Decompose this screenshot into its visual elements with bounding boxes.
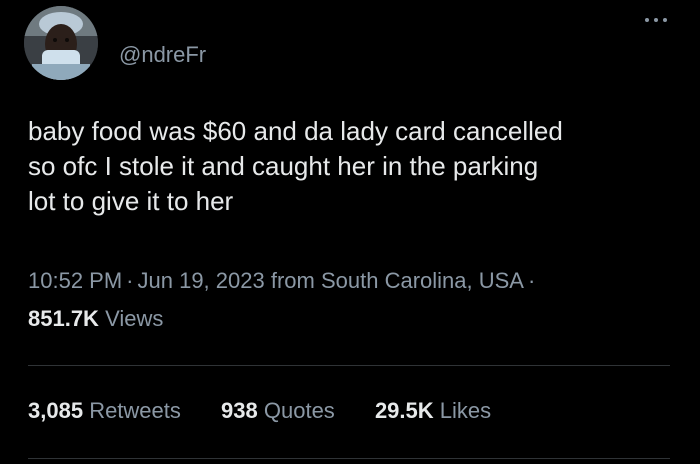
author-handle[interactable]: @ndreFr	[119, 44, 206, 66]
divider	[28, 458, 670, 459]
more-options-button[interactable]	[642, 10, 670, 30]
tweet-text-line: lot to give it to her	[28, 186, 234, 216]
tweet-text-line: baby food was $60 and da lady card cance…	[28, 116, 563, 146]
engagement-stats: 3,085 Retweets 938 Quotes 29.5K Likes	[28, 397, 525, 425]
more-horizontal-icon	[645, 18, 667, 22]
tweet-date[interactable]: Jun 19, 2023	[138, 268, 265, 293]
divider	[28, 365, 670, 366]
views-number: 851.7K	[28, 306, 99, 331]
likes-stat[interactable]: 29.5K Likes	[375, 397, 491, 425]
separator: ·	[126, 268, 134, 293]
avatar[interactable]	[24, 6, 98, 80]
profile-photo-icon	[24, 6, 98, 80]
separator: ·	[527, 268, 536, 293]
quotes-label: Quotes	[263, 398, 335, 423]
retweets-count: 3,085	[28, 398, 84, 423]
views-count[interactable]: 851.7K Views	[28, 305, 163, 333]
views-label: Views	[105, 306, 164, 331]
likes-count: 29.5K	[374, 398, 434, 423]
likes-label: Likes	[439, 398, 492, 423]
tweet-text: baby food was $60 and da lady card cance…	[28, 114, 678, 219]
quotes-stat[interactable]: 938 Quotes	[221, 397, 335, 425]
tweet-time[interactable]: 10:52 PM	[28, 268, 122, 293]
tweet-metadata: 10:52 PM · Jun 19, 2023 from South Carolin…	[28, 267, 539, 295]
quotes-count: 938	[221, 398, 258, 423]
tweet-location: from South Carolina, USA	[270, 268, 524, 293]
tweet-text-line: so ofc I stole it and caught her in the …	[28, 151, 539, 181]
tweet-card: @ndreFr baby food was $60 and da lady ca…	[0, 0, 700, 464]
retweets-stat[interactable]: 3,085 Retweets	[28, 397, 181, 425]
retweets-label: Retweets	[89, 398, 181, 423]
